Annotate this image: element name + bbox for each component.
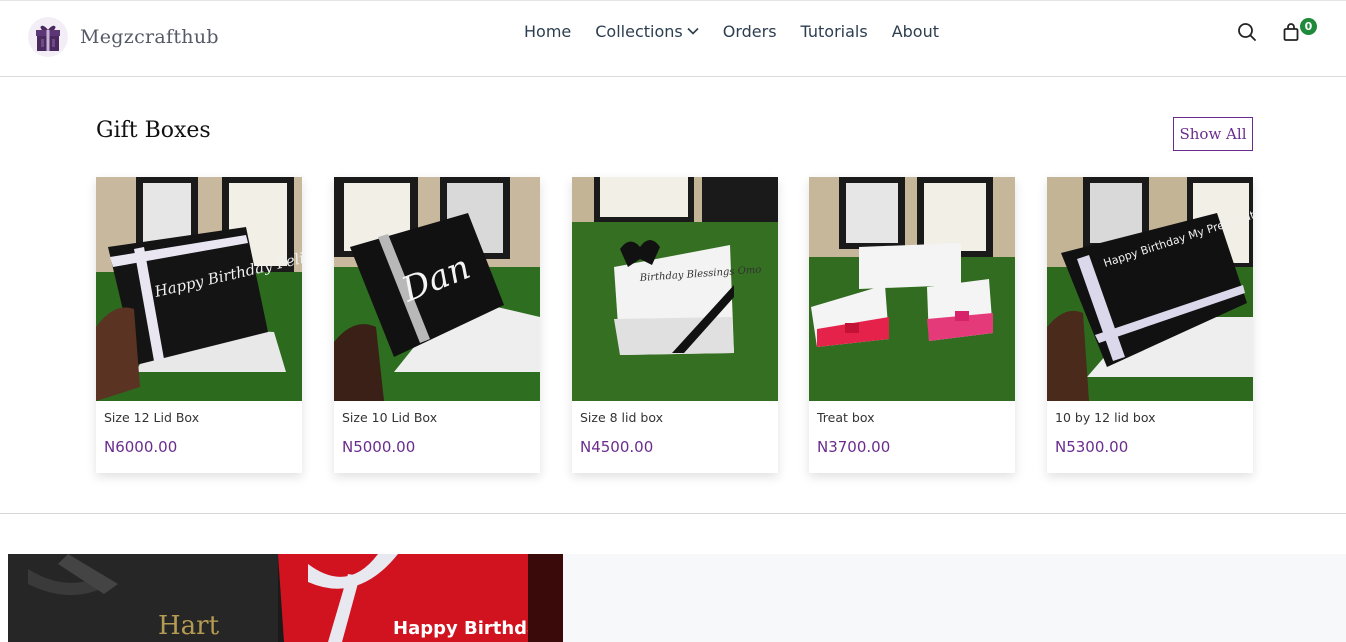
nav-orders[interactable]: Orders (723, 20, 777, 42)
product-card[interactable]: Dan Size 10 Lid Box N5000.00 (334, 177, 540, 473)
product-card[interactable]: Happy Birthday Felicity Size 12 Lid Box … (96, 177, 302, 473)
site-header: Megzcrafthub Home Collections Orders Tut… (0, 0, 1346, 77)
gift-logo-icon (28, 17, 68, 57)
banner-panel (563, 554, 1346, 642)
brand-name: Megzcrafthub (80, 26, 219, 48)
nav-about[interactable]: About (892, 20, 939, 42)
product-card[interactable]: Treat box N3700.00 (809, 177, 1015, 473)
product-name: Size 12 Lid Box (104, 410, 200, 425)
chevron-down-icon (687, 27, 699, 35)
show-all-button[interactable]: Show All (1173, 117, 1253, 151)
banner-text-2: Happy Birthday (393, 618, 551, 639)
nav-collections[interactable]: Collections (595, 20, 699, 42)
product-price: N5000.00 (342, 438, 416, 456)
product-image: Happy Birthday My Pretty Little Princess… (1047, 177, 1253, 401)
product-price: N5300.00 (1055, 438, 1129, 456)
search-icon[interactable] (1236, 21, 1258, 43)
product-name: Size 10 Lid Box (342, 410, 438, 425)
product-name: 10 by 12 lid box (1055, 410, 1156, 425)
product-price: N6000.00 (104, 438, 178, 456)
banner-text-1: Hart (158, 611, 220, 641)
main-nav: Home Collections Orders Tutorials About (524, 20, 963, 42)
product-name: Treat box (817, 410, 875, 425)
product-image: Dan (334, 177, 540, 401)
product-image: Happy Birthday Felicity (96, 177, 302, 401)
nav-home[interactable]: Home (524, 20, 571, 42)
nav-tutorials[interactable]: Tutorials (801, 20, 868, 42)
section-title: Gift Boxes (96, 118, 211, 143)
nav-collections-label: Collections (595, 21, 683, 41)
product-card[interactable]: Birthday Blessings Omo Size 8 lid box N4… (572, 177, 778, 473)
cart-count-badge: 0 (1300, 18, 1317, 35)
product-image (809, 177, 1015, 401)
product-image: Birthday Blessings Omo (572, 177, 778, 401)
product-card[interactable]: Happy Birthday My Pretty Little Princess… (1047, 177, 1253, 473)
section-divider (0, 513, 1346, 514)
product-price: N4500.00 (580, 438, 654, 456)
product-name: Size 8 lid box (580, 410, 664, 425)
brand-logo[interactable]: Megzcrafthub (28, 17, 219, 57)
banner-image[interactable]: Hart Happy Birthday (8, 554, 563, 642)
product-price: N3700.00 (817, 438, 891, 456)
